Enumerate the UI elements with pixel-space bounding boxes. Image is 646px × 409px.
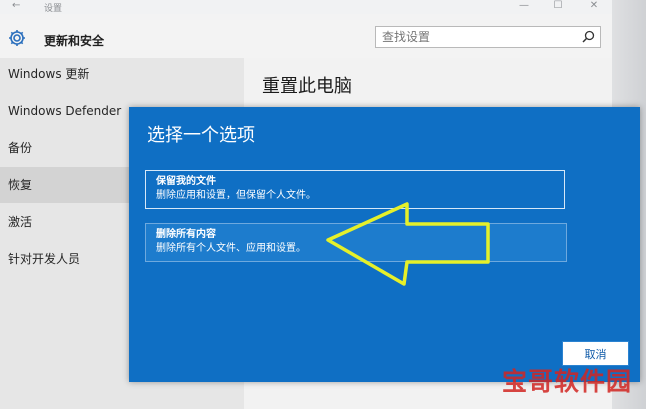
minimize-button[interactable]: — xyxy=(514,0,534,11)
watermark: 宝哥软件园 xyxy=(502,367,633,396)
window-title: 设置 xyxy=(44,4,63,14)
arrow-annotation-icon xyxy=(326,202,490,286)
search-box[interactable] xyxy=(375,26,601,48)
search-icon[interactable] xyxy=(582,30,595,43)
back-button[interactable]: ← xyxy=(12,0,20,11)
dialog-title: 选择一个选项 xyxy=(147,125,255,146)
settings-header: 更新和安全 xyxy=(0,14,612,58)
gear-icon xyxy=(9,30,25,46)
section-title: 更新和安全 xyxy=(44,34,105,48)
window-titlebar: ← 设置 — ☐ ✕ xyxy=(0,0,612,14)
search-input[interactable] xyxy=(376,27,582,47)
close-button[interactable]: ✕ xyxy=(584,0,604,11)
maximize-button[interactable]: ☐ xyxy=(548,0,568,11)
option-title: 保留我的文件 xyxy=(156,176,216,187)
page-title: 重置此电脑 xyxy=(262,76,352,97)
sidebar-item-windows-update[interactable]: Windows 更新 xyxy=(0,56,244,92)
